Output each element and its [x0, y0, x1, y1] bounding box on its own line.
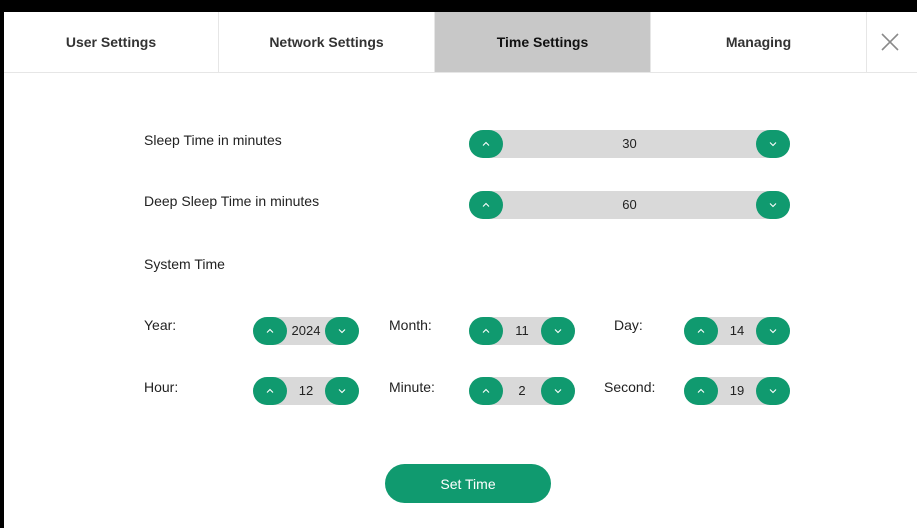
month-spinner: 11: [469, 317, 575, 345]
minute-label: Minute:: [389, 379, 435, 395]
day-label: Day:: [614, 317, 643, 333]
minute-spinner: 2: [469, 377, 575, 405]
year-increment-button[interactable]: [253, 317, 287, 345]
chevron-down-icon: [769, 389, 777, 394]
sleep-time-value[interactable]: 30: [503, 130, 756, 158]
day-increment-button[interactable]: [684, 317, 718, 345]
month-decrement-button[interactable]: [541, 317, 575, 345]
sleep-time-increment-button[interactable]: [469, 130, 503, 158]
tab-managing[interactable]: Managing: [651, 12, 867, 72]
hour-spinner: 12: [253, 377, 359, 405]
chevron-down-icon: [554, 329, 562, 334]
chevron-up-icon: [482, 141, 490, 146]
chevron-up-icon: [482, 328, 490, 333]
second-label: Second:: [604, 379, 656, 395]
second-value[interactable]: 19: [718, 377, 756, 405]
year-value[interactable]: 2024: [287, 317, 325, 345]
chevron-down-icon: [769, 329, 777, 334]
tab-network-settings[interactable]: Network Settings: [219, 12, 435, 72]
deep-sleep-time-increment-button[interactable]: [469, 191, 503, 219]
hour-decrement-button[interactable]: [325, 377, 359, 405]
deep-sleep-time-spinner: 60: [469, 191, 790, 219]
chevron-up-icon: [482, 202, 490, 207]
chevron-down-icon: [769, 203, 777, 208]
sleep-time-decrement-button[interactable]: [756, 130, 790, 158]
hour-value[interactable]: 12: [287, 377, 325, 405]
settings-window: User Settings Network Settings Time Sett…: [4, 12, 917, 528]
chevron-up-icon: [697, 328, 705, 333]
deep-sleep-time-label: Deep Sleep Time in minutes: [144, 193, 320, 209]
minute-decrement-button[interactable]: [541, 377, 575, 405]
tab-user-settings[interactable]: User Settings: [4, 12, 219, 72]
second-spinner: 19: [684, 377, 790, 405]
year-spinner: 2024: [253, 317, 359, 345]
deep-sleep-time-decrement-button[interactable]: [756, 191, 790, 219]
month-increment-button[interactable]: [469, 317, 503, 345]
chevron-down-icon: [338, 329, 346, 334]
year-decrement-button[interactable]: [325, 317, 359, 345]
chevron-up-icon: [266, 388, 274, 393]
month-value[interactable]: 11: [503, 317, 541, 345]
hour-label: Hour:: [144, 379, 179, 395]
close-button[interactable]: [867, 12, 913, 72]
minute-increment-button[interactable]: [469, 377, 503, 405]
sleep-time-label: Sleep Time in minutes: [144, 132, 282, 148]
year-label: Year:: [144, 317, 177, 333]
chevron-up-icon: [697, 388, 705, 393]
chevron-up-icon: [266, 328, 274, 333]
chevron-up-icon: [482, 388, 490, 393]
second-decrement-button[interactable]: [756, 377, 790, 405]
day-spinner: 14: [684, 317, 790, 345]
second-increment-button[interactable]: [684, 377, 718, 405]
tab-bar: User Settings Network Settings Time Sett…: [4, 12, 917, 73]
day-value[interactable]: 14: [718, 317, 756, 345]
chevron-down-icon: [338, 389, 346, 394]
minute-value[interactable]: 2: [503, 377, 541, 405]
set-time-button[interactable]: Set Time: [385, 464, 551, 503]
system-time-heading: System Time: [144, 256, 225, 272]
day-decrement-button[interactable]: [756, 317, 790, 345]
hour-increment-button[interactable]: [253, 377, 287, 405]
chevron-down-icon: [554, 389, 562, 394]
deep-sleep-time-value[interactable]: 60: [503, 191, 756, 219]
tab-time-settings[interactable]: Time Settings: [435, 12, 651, 72]
close-icon: [881, 33, 899, 51]
sleep-time-spinner: 30: [469, 130, 790, 158]
month-label: Month:: [389, 317, 432, 333]
chevron-down-icon: [769, 142, 777, 147]
